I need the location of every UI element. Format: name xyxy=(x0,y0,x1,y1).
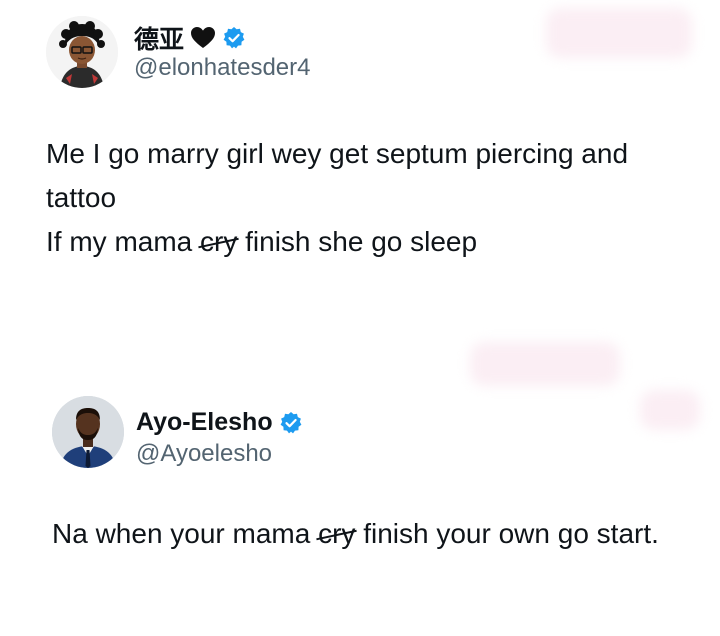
text-segment: finish your own go start. xyxy=(355,518,659,549)
handle[interactable]: @Ayoelesho xyxy=(136,440,272,468)
text-segment: Na when your mama xyxy=(52,518,319,549)
tweet-card[interactable]: 德亚 @elonhatesder4 Me I go marry girl wey… xyxy=(0,0,720,300)
blurred-region xyxy=(546,8,692,58)
tweet-text: Me I go marry girl wey get septum pierci… xyxy=(46,132,686,264)
struck-word: cry xyxy=(198,220,240,264)
struck-word: cry xyxy=(316,512,358,556)
display-name[interactable]: 德亚 xyxy=(134,20,184,56)
tweet-text: Na when your mama cry finish your own go… xyxy=(52,512,702,556)
author-name-row: Ayo-Elesho xyxy=(136,408,303,437)
tweet-card[interactable]: Ayo-Elesho @Ayoelesho Na when your mama … xyxy=(0,330,720,636)
blurred-region xyxy=(470,342,620,386)
verified-badge-icon xyxy=(279,411,303,435)
text-segment: finish she go sleep xyxy=(237,226,478,257)
author-name-row: 德亚 xyxy=(134,20,246,56)
display-name[interactable]: Ayo-Elesho xyxy=(136,408,273,437)
screenshot-page: 德亚 @elonhatesder4 Me I go marry girl wey… xyxy=(0,0,720,636)
verified-badge-icon xyxy=(222,26,246,50)
avatar[interactable] xyxy=(52,396,124,468)
handle[interactable]: @elonhatesder4 xyxy=(134,54,310,82)
black-heart-icon xyxy=(190,26,216,50)
tweet-text-line: If my mama cry finish she go sleep xyxy=(46,220,686,264)
tweet-text-line: Me I go marry girl wey get septum pierci… xyxy=(46,138,629,169)
blurred-region xyxy=(640,390,700,430)
tweet-text-line: tattoo xyxy=(46,182,117,213)
text-segment: If my mama xyxy=(46,226,201,257)
tweet-text-line: Na when your mama cry finish your own go… xyxy=(52,512,702,556)
avatar[interactable] xyxy=(46,16,118,88)
